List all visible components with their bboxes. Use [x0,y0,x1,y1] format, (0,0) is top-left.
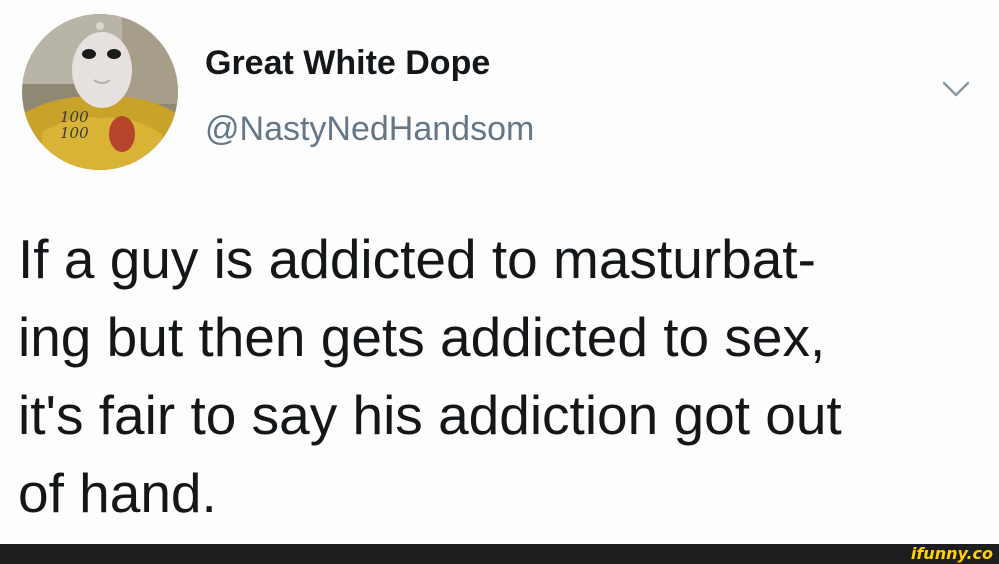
tweet-text-line: it's fair to say his addiction got out [18,384,842,446]
watermark-bar: ifunny.co [0,544,999,564]
tweet-text-line: ing but then gets addicted to sex, [18,306,826,368]
user-handle[interactable]: @NastyNedHandsom [205,110,534,149]
svg-text:100: 100 [60,124,89,142]
user-avatar[interactable]: 100 100 [22,14,178,170]
avatar-photo-icon: 100 100 [22,14,178,170]
display-name[interactable]: Great White Dope [205,44,490,83]
chevron-down-icon[interactable] [936,78,976,102]
tweet-text-line: of hand. [18,462,217,524]
tweet-text-line: If a guy is addicted to masturbat- [18,228,816,290]
tweet-text: If a guy is addicted to masturbat- ing b… [18,220,988,532]
tweet-card: 100 100 Great White Dope @NastyNedHandso… [0,0,999,544]
ifunny-watermark: ifunny.co [910,544,993,563]
